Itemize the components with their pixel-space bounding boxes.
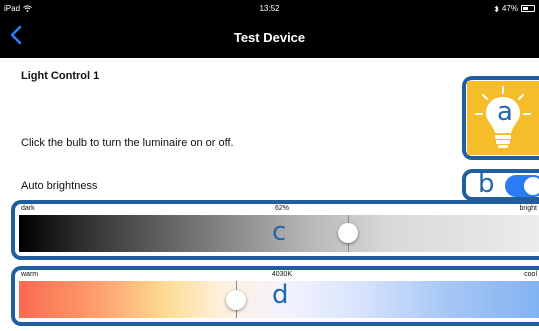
- chevron-left-icon: [10, 25, 22, 45]
- battery-percent: 47%: [501, 4, 518, 13]
- temperature-min-label: warm: [21, 271, 39, 278]
- brightness-min-label: dark: [21, 205, 35, 212]
- battery-icon: [521, 5, 535, 12]
- callout-a: a: [497, 97, 513, 127]
- section-title: Light Control 1: [21, 70, 100, 82]
- bluetooth-icon: [494, 4, 499, 13]
- status-time: 13:52: [259, 4, 280, 13]
- temperature-max-label: cool: [524, 271, 537, 278]
- callout-d: d: [272, 280, 289, 310]
- toggle-knob: [524, 177, 539, 195]
- nav-bar: Test Device: [0, 17, 539, 58]
- brightness-slider-thumb[interactable]: [337, 223, 358, 243]
- auto-brightness-label: Auto brightness: [21, 180, 98, 192]
- status-right: 47%: [494, 4, 535, 13]
- back-button[interactable]: [10, 25, 34, 51]
- brightness-value-label: 62%: [274, 205, 290, 212]
- temperature-value-label: 4030K: [271, 271, 293, 278]
- auto-brightness-toggle[interactable]: [505, 175, 539, 197]
- callout-c: c: [272, 217, 287, 247]
- page-title: Test Device: [233, 30, 306, 45]
- callout-b: b: [478, 169, 495, 199]
- brightness-max-label: bright: [519, 205, 537, 212]
- bulb-hint-text: Click the bulb to turn the luminaire on …: [21, 137, 234, 149]
- status-bar: iPad 13:52 47%: [0, 0, 539, 17]
